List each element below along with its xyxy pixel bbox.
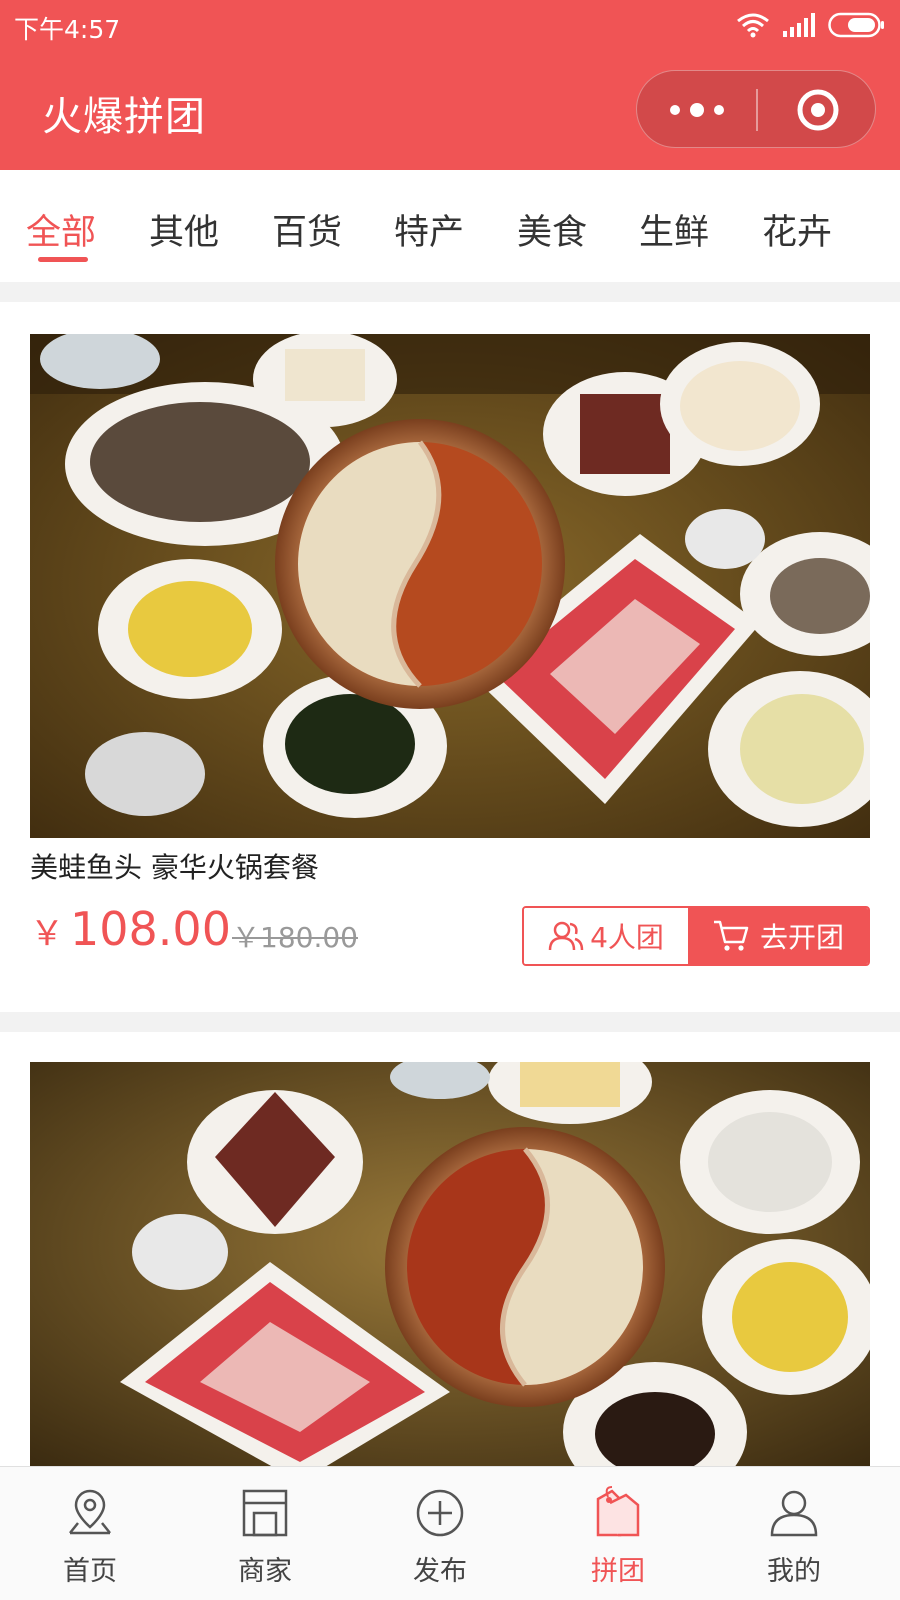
location-pin-icon: [69, 1489, 111, 1535]
page-title: 火爆拼团: [42, 94, 206, 140]
cart-icon: [713, 920, 749, 951]
tabbar-item-merchants[interactable]: 商家: [175, 1467, 355, 1600]
group-size-text: 4人团: [590, 921, 664, 954]
signal-icon: [783, 13, 815, 37]
status-bar: 下午4:57: [0, 0, 900, 52]
tab-other[interactable]: 其他: [149, 204, 219, 255]
group-people-icon: [548, 921, 584, 951]
tab-specialty[interactable]: 特产: [394, 204, 464, 255]
product-title[interactable]: 美蛙鱼头 豪华火锅套餐: [30, 846, 319, 886]
price-tag-icon: [596, 1486, 640, 1537]
tabbar-item-profile[interactable]: 我的: [704, 1467, 884, 1600]
more-dot-icon: [713, 105, 724, 115]
tabbar-label: 拼团: [591, 1556, 645, 1587]
tab-all[interactable]: 全部: [26, 204, 96, 255]
tabbar-item-publish[interactable]: 发布: [350, 1467, 530, 1600]
header-bar: 下午4:57 火爆拼团: [0, 0, 900, 170]
more-dot-icon: [689, 103, 704, 117]
tab-food[interactable]: 美食: [517, 204, 587, 255]
currency-symbol: ￥: [30, 914, 64, 954]
group-buy-button[interactable]: 4人团 去开团: [522, 906, 870, 966]
group-price: ￥ 108.00: [30, 902, 231, 956]
start-group-label: 去开团: [759, 921, 844, 954]
active-tab-indicator: [38, 257, 88, 262]
bottom-tab-bar: 首页 商家 发布 拼团 我的: [0, 1466, 900, 1600]
tab-flowers[interactable]: 花卉: [762, 204, 832, 255]
hotpot-photo: [30, 1062, 870, 1466]
section-divider: [0, 1012, 900, 1032]
tabbar-item-group-buy[interactable]: 拼团: [528, 1467, 708, 1600]
tabbar-label: 商家: [238, 1556, 292, 1587]
status-time: 下午4:57: [14, 15, 121, 44]
product-image[interactable]: [30, 1062, 870, 1466]
wifi-icon: [737, 13, 769, 38]
hotpot-photo: [30, 334, 870, 838]
mini-program-capsule: [636, 70, 876, 148]
tabbar-label: 我的: [767, 1556, 821, 1587]
close-button[interactable]: [758, 71, 877, 149]
tabbar-label: 首页: [63, 1556, 117, 1587]
product-image[interactable]: [30, 334, 870, 838]
user-icon: [770, 1490, 818, 1537]
battery-icon: [828, 12, 884, 38]
tab-department-store[interactable]: 百货: [272, 204, 342, 255]
original-price: ￥180.00: [232, 921, 358, 954]
close-target-icon: [797, 89, 838, 131]
product-card[interactable]: 美蛙鱼头 豪华火锅套餐 ￥ 108.00 ￥180.00 4人团 去开团: [0, 302, 900, 1012]
tabbar-label: 发布: [413, 1556, 467, 1587]
start-group-button[interactable]: 去开团: [688, 908, 868, 964]
category-tabs: 全部 其他 百货 特产 美食 生鲜 花卉: [0, 170, 900, 282]
store-icon: [242, 1489, 288, 1537]
group-size-label[interactable]: 4人团: [524, 908, 688, 964]
tabbar-item-home[interactable]: 首页: [0, 1467, 180, 1600]
status-icons: [736, 12, 886, 38]
product-card[interactable]: [0, 1032, 900, 1466]
add-circle-icon: [416, 1489, 464, 1537]
more-button[interactable]: [637, 71, 756, 149]
section-divider: [0, 282, 900, 302]
more-dot-icon: [669, 105, 680, 115]
tab-fresh[interactable]: 生鲜: [639, 204, 709, 255]
price-amount: 108.00: [70, 902, 231, 956]
